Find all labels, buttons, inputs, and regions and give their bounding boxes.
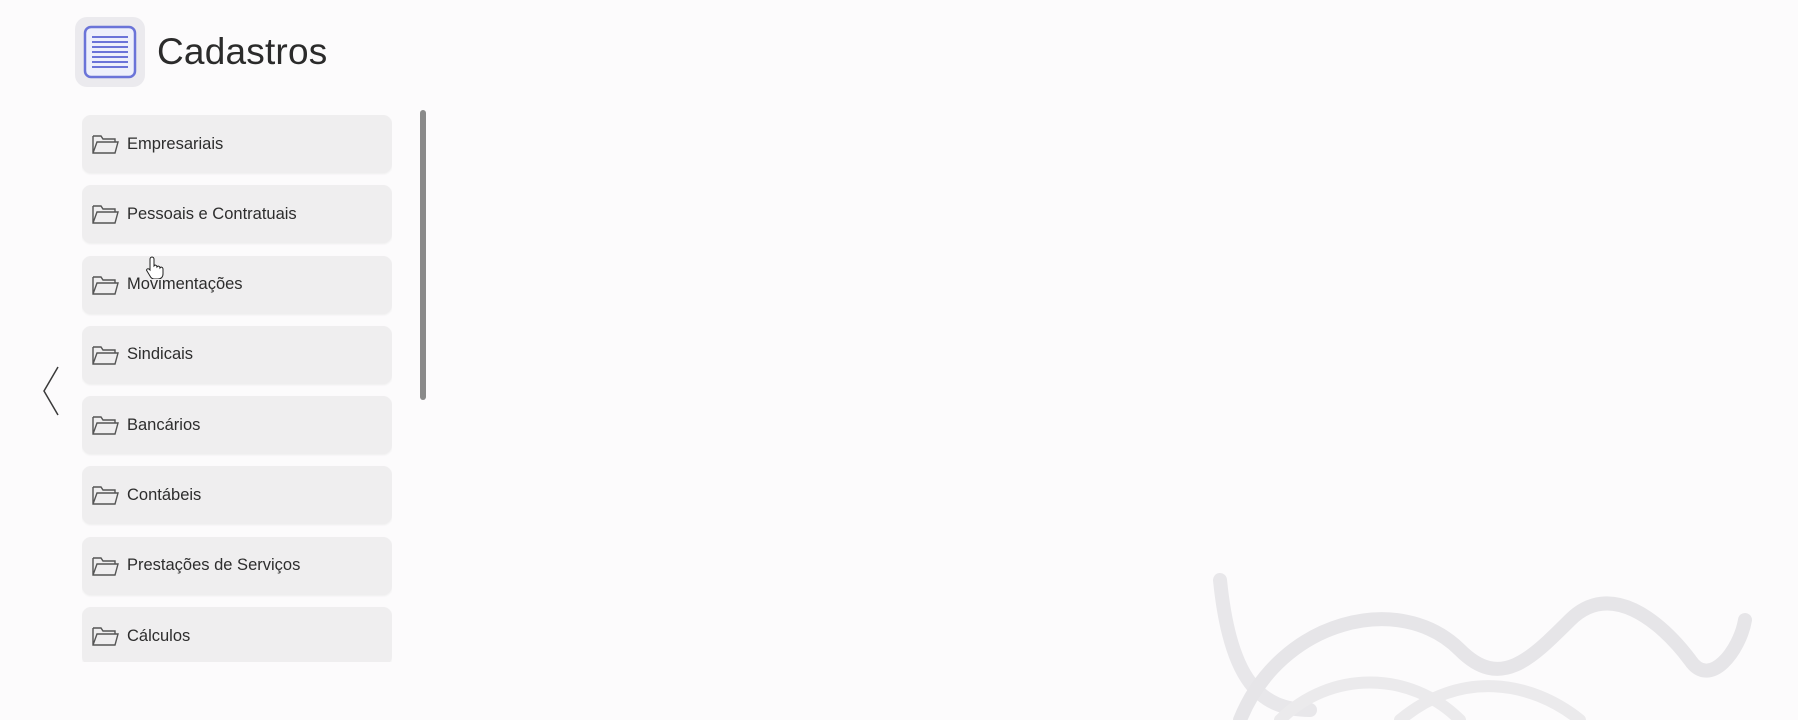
folder-icon: [91, 412, 119, 438]
folder-icon: [91, 482, 119, 508]
menu-item-prestacoes-de-servicos[interactable]: Prestações de Serviços: [82, 536, 392, 595]
folder-icon: [91, 553, 119, 579]
document-list-icon: [75, 17, 145, 87]
decorative-waves-icon: [1213, 573, 1752, 720]
page: Cadastros Empresariais Pessoais e Contra…: [0, 0, 1798, 720]
menu-item-label: Empresariais: [127, 134, 224, 153]
folder-icon: [91, 201, 119, 227]
menu-item-label: Bancários: [127, 415, 201, 434]
folder-icon: [91, 272, 119, 298]
menu-item-label: Pessoais e Contratuais: [127, 204, 297, 223]
page-title: Cadastros: [157, 31, 328, 72]
menu-scrollbar[interactable]: [420, 110, 426, 400]
menu-item-movimentacoes[interactable]: Movimentações: [82, 255, 392, 314]
menu-item-calculos[interactable]: Cálculos: [82, 607, 392, 662]
menu-list: Empresariais Pessoais e Contratuais Movi…: [82, 115, 392, 662]
menu-item-contabeis[interactable]: Contábeis: [82, 466, 392, 525]
menu-item-label: Cálculos: [127, 626, 191, 645]
menu-item-empresariais[interactable]: Empresariais: [82, 115, 392, 173]
folder-icon: [91, 131, 119, 157]
menu-item-label: Prestações de Serviços: [127, 556, 301, 575]
menu-item-pessoais-e-contratuais[interactable]: Pessoais e Contratuais: [82, 185, 392, 244]
folder-icon: [91, 342, 119, 368]
page-header: Cadastros: [75, 17, 327, 87]
menu-item-label: Contábeis: [127, 485, 202, 504]
back-button[interactable]: [40, 365, 62, 417]
chevron-left-icon: [43, 366, 59, 416]
folder-icon: [91, 623, 119, 649]
menu-item-bancarios[interactable]: Bancários: [82, 396, 392, 455]
menu-item-label: Movimentações: [127, 275, 243, 294]
menu-item-sindicais[interactable]: Sindicais: [82, 325, 392, 384]
menu-item-label: Sindicais: [127, 345, 194, 364]
hand-cursor-icon: [146, 255, 164, 280]
